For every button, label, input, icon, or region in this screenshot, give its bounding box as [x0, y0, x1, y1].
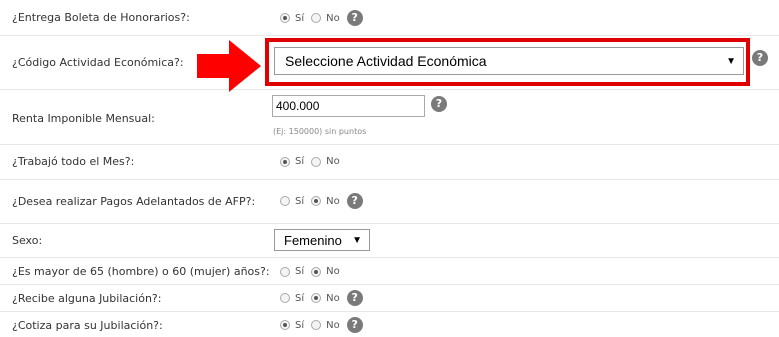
afp-no-radio[interactable]	[311, 196, 322, 206]
jubilacion-si-radio[interactable]	[280, 293, 290, 303]
help-icon[interactable]: ?	[752, 50, 768, 66]
boleta-si-radio[interactable]	[280, 13, 290, 23]
row-renta: Renta Imponible Mensual: ? (Ej: 150000) …	[0, 90, 779, 145]
boleta-no-label[interactable]: No	[326, 13, 340, 24]
actividad-select-value: Seleccione Actividad Económica	[285, 53, 487, 69]
actividad-select[interactable]: Seleccione Actividad Económica ▼	[274, 47, 744, 75]
chevron-down-icon: ▼	[352, 234, 362, 246]
mayor-label: ¿Es mayor de 65 (hombre) o 60 (mujer) añ…	[12, 265, 270, 278]
renta-label: Renta Imponible Mensual:	[12, 112, 155, 125]
afp-no-label[interactable]: No	[326, 196, 340, 207]
arrow-right-icon	[197, 40, 261, 92]
help-icon[interactable]: ?	[346, 10, 363, 26]
cotiza-label: ¿Cotiza para su Jubilación?:	[12, 319, 163, 332]
mayor-options: Sí No	[280, 266, 347, 277]
cotiza-si-radio[interactable]	[280, 320, 290, 330]
boleta-si-label[interactable]: Sí	[295, 13, 304, 24]
help-icon[interactable]: ?	[346, 290, 363, 306]
jubilacion-label: ¿Recibe alguna Jubilación?:	[12, 292, 162, 305]
mes-options: Sí No	[280, 156, 347, 167]
mes-no-label[interactable]: No	[326, 156, 340, 167]
row-sexo: Sexo: Femenino ▼	[0, 224, 779, 258]
sexo-select[interactable]: Femenino ▼	[274, 229, 370, 251]
cotiza-no-label[interactable]: No	[326, 320, 340, 331]
row-mes: ¿Trabajó todo el Mes?: Sí No	[0, 145, 779, 180]
row-mayor: ¿Es mayor de 65 (hombre) o 60 (mujer) añ…	[0, 258, 779, 285]
afp-options: Sí No ?	[280, 193, 363, 209]
mes-si-label[interactable]: Sí	[295, 156, 304, 167]
help-icon[interactable]: ?	[346, 317, 363, 333]
cotiza-no-radio[interactable]	[311, 320, 322, 330]
mayor-no-radio[interactable]	[311, 266, 322, 277]
renta-input[interactable]	[272, 95, 425, 117]
cotiza-options: Sí No ?	[280, 317, 363, 333]
boleta-options: Sí No ?	[280, 10, 363, 26]
row-boleta: ¿Entrega Boleta de Honorarios?: Sí No ?	[0, 0, 779, 36]
boleta-label: ¿Entrega Boleta de Honorarios?:	[12, 11, 190, 24]
row-jubilacion: ¿Recibe alguna Jubilación?: Sí No ?	[0, 285, 779, 312]
actividad-label: ¿Código Actividad Económica?:	[12, 56, 184, 69]
mayor-si-label[interactable]: Sí	[295, 266, 304, 277]
renta-hint: (Ej: 150000) sin puntos	[273, 127, 367, 136]
mes-no-radio[interactable]	[311, 156, 322, 167]
jubilacion-no-radio[interactable]	[311, 293, 322, 303]
mes-label: ¿Trabajó todo el Mes?:	[12, 155, 135, 168]
sexo-label: Sexo:	[12, 234, 43, 247]
chevron-down-icon: ▼	[726, 55, 736, 67]
mes-si-radio[interactable]	[280, 156, 290, 167]
afp-label: ¿Desea realizar Pagos Adelantados de AFP…	[12, 195, 256, 208]
jubilacion-options: Sí No ?	[280, 290, 363, 306]
mayor-no-label[interactable]: No	[326, 266, 340, 277]
cotiza-si-label[interactable]: Sí	[295, 320, 304, 331]
jubilacion-no-label[interactable]: No	[326, 293, 340, 304]
boleta-no-radio[interactable]	[311, 13, 322, 23]
help-icon[interactable]: ?	[431, 96, 447, 112]
jubilacion-si-label[interactable]: Sí	[295, 293, 304, 304]
row-cotiza: ¿Cotiza para su Jubilación?: Sí No ?	[0, 312, 779, 337]
afp-si-radio[interactable]	[280, 196, 290, 206]
row-afp: ¿Desea realizar Pagos Adelantados de AFP…	[0, 180, 779, 224]
mayor-si-radio[interactable]	[280, 266, 290, 277]
help-icon[interactable]: ?	[346, 193, 363, 209]
afp-si-label[interactable]: Sí	[295, 196, 304, 207]
sexo-select-value: Femenino	[284, 232, 342, 248]
